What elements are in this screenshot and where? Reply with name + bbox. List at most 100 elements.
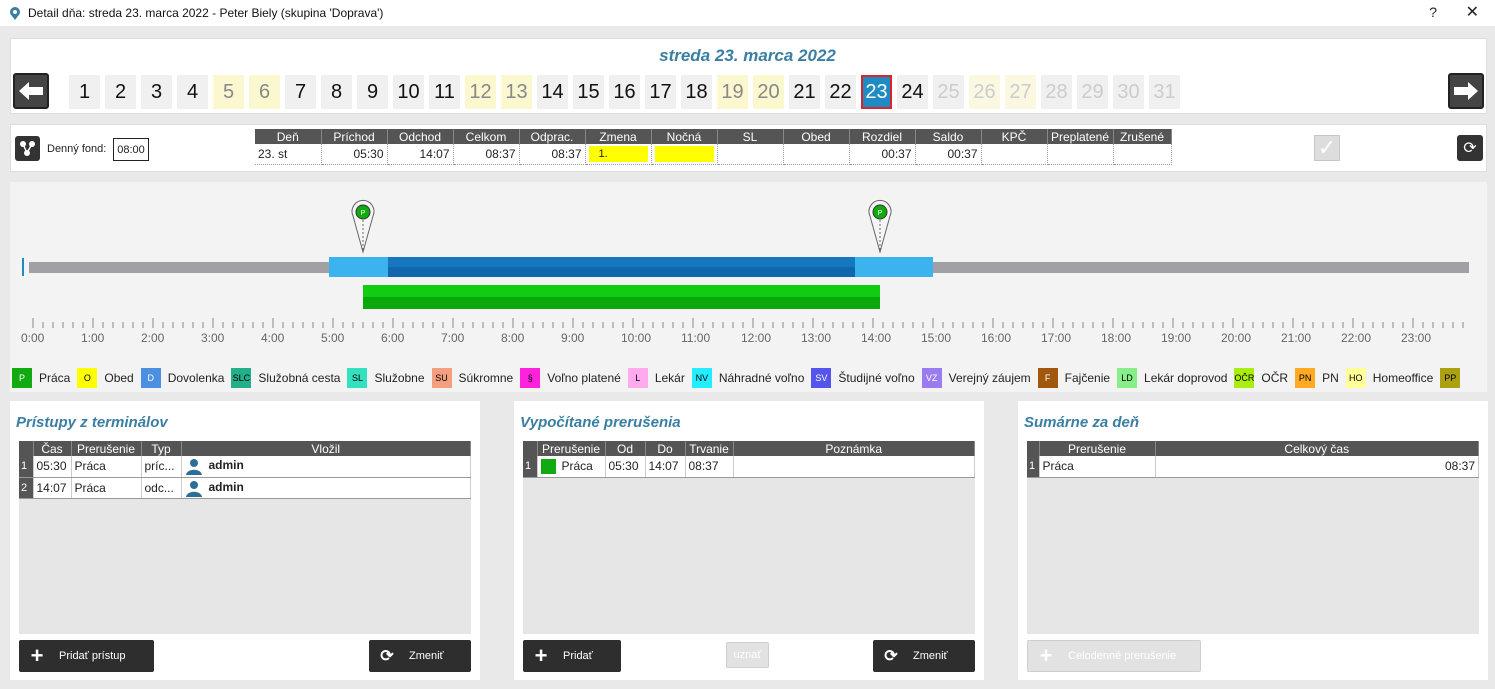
- legend-label: Obed: [104, 371, 134, 385]
- tick-label-16: 16:00: [981, 331, 1012, 345]
- day-9-button[interactable]: 9: [357, 75, 388, 109]
- daily-fund-input[interactable]: 08:00: [113, 138, 149, 161]
- arrow-right-icon: [1454, 82, 1478, 100]
- legend-swatch: SLC: [231, 368, 252, 388]
- day-12-button[interactable]: 12: [465, 75, 496, 109]
- day-17-button[interactable]: 17: [645, 75, 676, 109]
- legend-swatch: HO: [1345, 368, 1366, 388]
- tick-label-23: 23:00: [1401, 331, 1432, 345]
- tick-label-7: 7:00: [441, 331, 465, 345]
- summary-header-8: Obed: [783, 129, 850, 144]
- day-15-button[interactable]: 15: [573, 75, 604, 109]
- legend-swatch: O: [77, 368, 98, 388]
- col-break[interactable]: Prerušenie: [71, 441, 142, 456]
- summary-header-9: Rozdiel: [849, 129, 916, 144]
- day-11-button[interactable]: 11: [429, 75, 460, 109]
- timeline-chart[interactable]: PP: [0, 182, 1495, 352]
- add-access-button[interactable]: + Pridať prístup: [19, 640, 154, 672]
- day-20-button[interactable]: 20: [753, 75, 784, 109]
- legend-label: Homeoffice: [1372, 371, 1434, 385]
- col-time[interactable]: Čas: [33, 441, 72, 456]
- day-5-button[interactable]: 5: [213, 75, 244, 109]
- computed-breaks-grid[interactable]: Prerušenie Od Do Trvanie Poznámka 1 Prác…: [523, 441, 975, 634]
- day-16-button[interactable]: 16: [609, 75, 640, 109]
- terminal-access-grid[interactable]: Čas Prerušenie Typ Vložil 1 05:30 Práca …: [19, 441, 471, 634]
- legend-swatch: SU: [431, 368, 452, 388]
- accept-button[interactable]: uznať: [726, 642, 769, 668]
- daily-fund-label: Denný fond:: [47, 143, 107, 155]
- tick-label-2: 2:00: [141, 331, 165, 345]
- col-inserted-by[interactable]: Vložil: [181, 441, 471, 456]
- day-2-button[interactable]: 2: [105, 75, 136, 109]
- legend-swatch: L: [627, 368, 648, 388]
- confirm-button[interactable]: ✓: [1314, 135, 1340, 161]
- tick-label-11: 11:00: [681, 331, 711, 345]
- day-27-button[interactable]: 27: [1005, 75, 1036, 109]
- legend-label: Služobne: [374, 371, 425, 385]
- table-row[interactable]: 1 05:30 Práca príc... admin: [19, 456, 471, 478]
- plus-icon: +: [534, 643, 548, 668]
- col-duration[interactable]: Trvanie: [685, 441, 734, 456]
- col-break[interactable]: Prerušenie: [537, 441, 606, 456]
- day-18-button[interactable]: 18: [681, 75, 712, 109]
- day-22-button[interactable]: 22: [825, 75, 856, 109]
- day-28-button[interactable]: 28: [1041, 75, 1072, 109]
- day-25-button[interactable]: 25: [933, 75, 964, 109]
- day-24-button[interactable]: 24: [897, 75, 928, 109]
- day-26-button[interactable]: 26: [969, 75, 1000, 109]
- table-row[interactable]: 1 Práca 05:30 14:07 08:37: [523, 456, 975, 478]
- day-4-button[interactable]: 4: [177, 75, 208, 109]
- day-8-button[interactable]: 8: [321, 75, 352, 109]
- daily-summary-title: Sumárne za deň: [1024, 414, 1140, 431]
- col-note[interactable]: Poznámka: [733, 441, 975, 456]
- day-19-button[interactable]: 19: [717, 75, 748, 109]
- day-13-button[interactable]: 13: [501, 75, 532, 109]
- next-day-button[interactable]: [1448, 73, 1484, 109]
- add-break-button[interactable]: + Pridať: [523, 640, 621, 672]
- col-break[interactable]: Prerušenie: [1039, 441, 1156, 456]
- day-6-button[interactable]: 6: [249, 75, 280, 109]
- table-row[interactable]: 1 Práca 08:37: [1027, 456, 1479, 478]
- summary-header-11: KPČ: [981, 129, 1048, 144]
- tick-label-8: 8:00: [501, 331, 525, 345]
- col-from[interactable]: Od: [605, 441, 646, 456]
- summary-cell-13: [1113, 144, 1172, 165]
- change-access-button[interactable]: ⟳ Zmeniť: [369, 640, 471, 672]
- refresh-button[interactable]: ⟳: [1457, 135, 1483, 161]
- day-21-button[interactable]: 21: [789, 75, 820, 109]
- legend-item-SU: SU Súkromne: [431, 368, 513, 388]
- day-14-button[interactable]: 14: [537, 75, 568, 109]
- help-button[interactable]: ?: [1429, 4, 1437, 20]
- day-7-button[interactable]: 7: [285, 75, 316, 109]
- tick-label-17: 17:00: [1041, 331, 1072, 345]
- day-29-button[interactable]: 29: [1077, 75, 1108, 109]
- add-break-label: Pridať: [563, 650, 593, 662]
- table-row[interactable]: 2 14:07 Práca odc... admin: [19, 477, 471, 499]
- accept-label: uznať: [733, 649, 762, 661]
- work-interval-bar-shade: [388, 267, 855, 277]
- daily-summary-grid[interactable]: Prerušenie Celkový čas 1 Práca 08:37: [1027, 441, 1479, 634]
- close-button[interactable]: ✕: [1466, 2, 1479, 22]
- tick-label-5: 5:00: [321, 331, 345, 345]
- col-type[interactable]: Typ: [141, 441, 182, 456]
- summary-cell-2: 14:07: [387, 144, 454, 165]
- plus-icon: +: [30, 643, 44, 668]
- day-1-button[interactable]: 1: [69, 75, 100, 109]
- legend-item-D: D Dovolenka: [140, 368, 224, 388]
- user-icon: [185, 480, 202, 497]
- day-3-button[interactable]: 3: [141, 75, 172, 109]
- col-to[interactable]: Do: [645, 441, 686, 456]
- schedule-icon[interactable]: [15, 136, 40, 161]
- legend-label: PN: [1322, 371, 1339, 385]
- legend-label: Služobná cesta: [258, 371, 341, 385]
- day-23-button[interactable]: 23: [861, 75, 892, 109]
- day-31-button[interactable]: 31: [1149, 75, 1180, 109]
- prev-day-button[interactable]: [13, 73, 49, 109]
- full-day-break-button[interactable]: + Celodenné prerušenie: [1027, 640, 1201, 672]
- col-total-time[interactable]: Celkový čas: [1155, 441, 1479, 456]
- change-break-button[interactable]: ⟳ Zmeniť: [873, 640, 975, 672]
- day-10-button[interactable]: 10: [393, 75, 424, 109]
- day-30-button[interactable]: 30: [1113, 75, 1144, 109]
- refresh-icon: ⟳: [380, 648, 394, 665]
- computed-breaks-title: Vypočítané prerušenia: [520, 414, 681, 431]
